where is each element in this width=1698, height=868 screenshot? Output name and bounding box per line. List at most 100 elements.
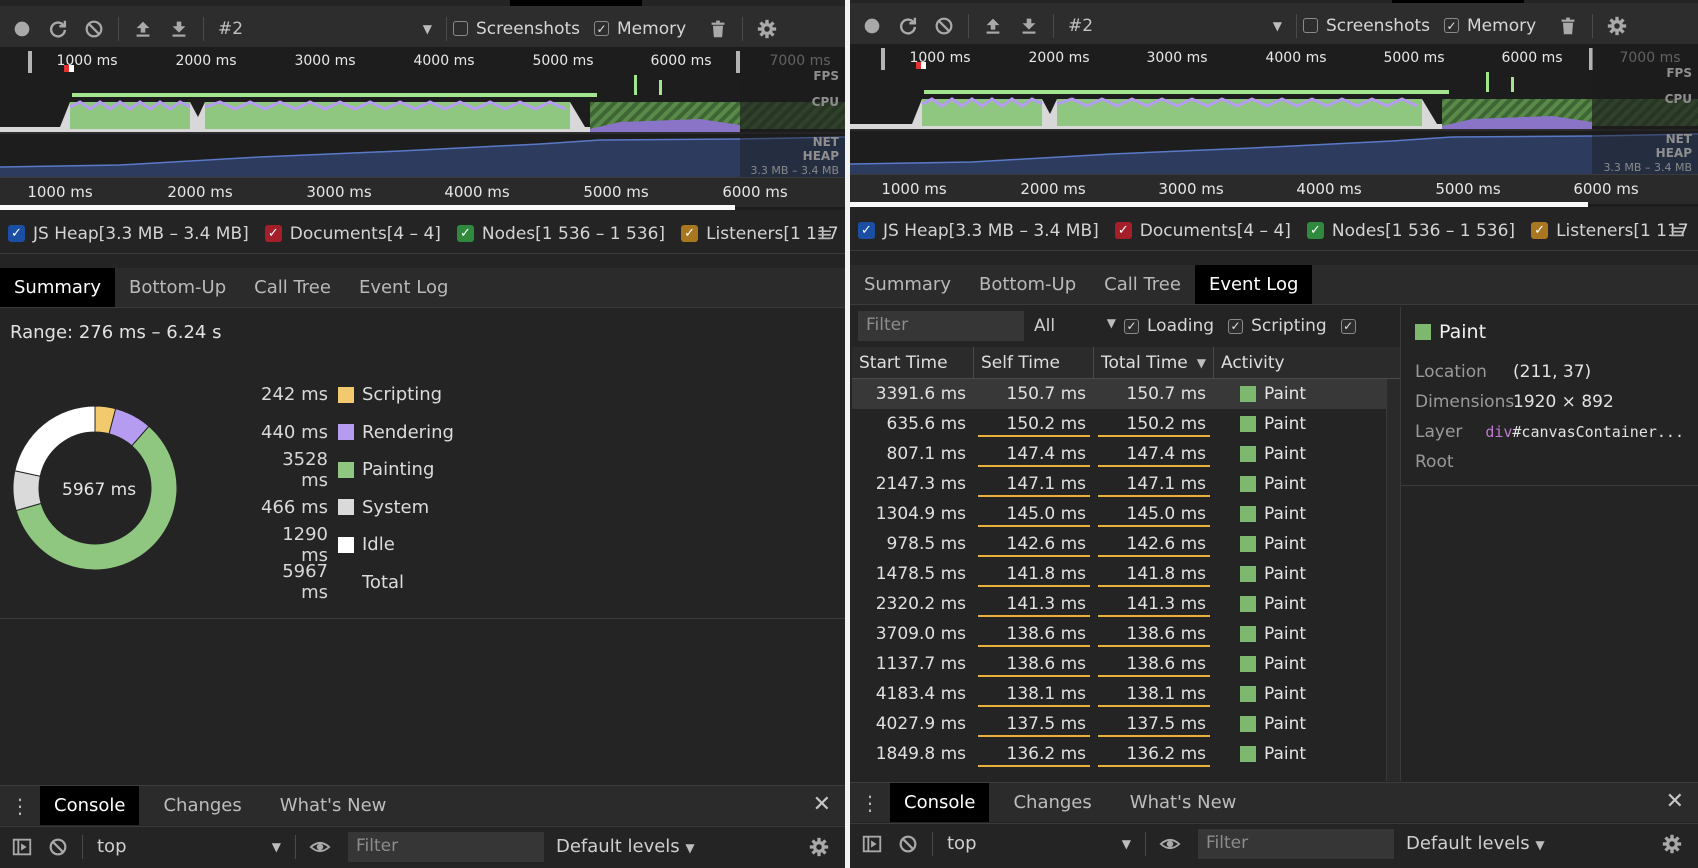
legend-swatch-empty: [338, 574, 354, 590]
recording-select[interactable]: #2 ▼: [210, 19, 440, 39]
menu-icon[interactable]: ≡: [1669, 219, 1686, 243]
table-row[interactable]: 807.1 ms 147.4 ms 147.4 ms Paint: [852, 439, 1400, 469]
download-profile-button[interactable]: [161, 11, 197, 47]
toggle-sidebar-button[interactable]: [4, 829, 40, 865]
table-row[interactable]: 1304.9 ms 145.0 ms 145.0 ms Paint: [852, 499, 1400, 529]
live-expression-button[interactable]: [1152, 826, 1188, 862]
console-settings-button[interactable]: [801, 829, 837, 865]
log-levels-select[interactable]: Default levels ▼: [1406, 833, 1545, 854]
table-row[interactable]: 978.5 ms 142.6 ms 142.6 ms Paint: [852, 529, 1400, 559]
total-time-cell: 147.4 ms: [1094, 439, 1214, 469]
tab-event-log[interactable]: Event Log: [1194, 265, 1313, 304]
console-settings-button[interactable]: [1654, 826, 1690, 862]
download-profile-button[interactable]: [1011, 8, 1047, 44]
collect-garbage-button[interactable]: [1550, 8, 1586, 44]
net-lane-label: NET: [812, 135, 839, 149]
js-heap-counter-checkbox[interactable]: ✓ JS Heap[3.3 MB – 3.4 MB]: [8, 224, 249, 244]
scripting-filter-checkbox[interactable]: ✓ Scripting: [1228, 316, 1327, 336]
record-button[interactable]: [854, 8, 890, 44]
tab-bottom-up[interactable]: Bottom-Up: [115, 268, 240, 307]
table-row[interactable]: 3391.6 ms 150.7 ms 150.7 ms Paint: [852, 379, 1400, 409]
table-row[interactable]: 2320.2 ms 141.3 ms 141.3 ms Paint: [852, 589, 1400, 619]
clear-console-button[interactable]: [40, 829, 76, 865]
upload-profile-button[interactable]: [125, 11, 161, 47]
tab-console[interactable]: Console: [890, 783, 990, 822]
menu-icon[interactable]: ≡: [816, 222, 833, 246]
table-row[interactable]: 2147.3 ms 147.1 ms 147.1 ms Paint: [852, 469, 1400, 499]
timeline-overview[interactable]: 1000 ms 2000 ms 3000 ms 4000 ms 5000 ms …: [850, 44, 1698, 207]
column-total-time[interactable]: Total Time ▼: [1094, 347, 1214, 378]
clear-button[interactable]: [76, 11, 112, 47]
nodes-counter-checkbox[interactable]: ✓ Nodes[1 536 – 1 536]: [456, 224, 665, 244]
tab-changes[interactable]: Changes: [999, 783, 1105, 822]
capture-settings-button[interactable]: [1599, 8, 1635, 44]
console-filter-input[interactable]: Filter: [348, 831, 544, 862]
capture-settings-button[interactable]: [749, 11, 785, 47]
event-type-select[interactable]: All ▼: [1024, 316, 1124, 336]
execution-context-select[interactable]: top ▼: [939, 833, 1139, 854]
tab-summary[interactable]: Summary: [0, 268, 115, 307]
close-drawer-icon[interactable]: ✕: [813, 792, 831, 817]
event-log-scrollbar[interactable]: [1386, 379, 1400, 781]
toggle-sidebar-button[interactable]: [854, 826, 890, 862]
live-expression-button[interactable]: [302, 829, 338, 865]
tab-console[interactable]: Console: [40, 786, 140, 825]
more-tools-icon[interactable]: ⋮: [0, 786, 40, 825]
column-start-time[interactable]: Start Time: [852, 347, 974, 378]
close-drawer-icon[interactable]: ✕: [1666, 789, 1684, 814]
layer-link[interactable]: div#canvasContainer...: [1485, 422, 1684, 442]
table-row[interactable]: 4027.9 ms 137.5 ms 137.5 ms Paint: [852, 709, 1400, 739]
table-row[interactable]: 4183.4 ms 138.1 ms 138.1 ms Paint: [852, 679, 1400, 709]
reload-record-button[interactable]: [890, 8, 926, 44]
documents-counter-checkbox[interactable]: ✓ Documents[4 – 4]: [264, 224, 441, 244]
memory-checkbox[interactable]: ✓ Memory: [594, 19, 686, 39]
tab-summary[interactable]: Summary: [850, 265, 965, 304]
overview-tick: 2000 ms: [1020, 180, 1086, 198]
log-levels-select[interactable]: Default levels ▼: [556, 836, 695, 857]
performance-toolbar: #2 ▼ Screenshots ✓ Memory: [0, 6, 845, 52]
column-self-time[interactable]: Self Time: [974, 347, 1094, 378]
documents-counter-checkbox[interactable]: ✓ Documents[4 – 4]: [1114, 221, 1291, 241]
tab-whats-new[interactable]: What's New: [1116, 783, 1251, 822]
tab-whats-new[interactable]: What's New: [266, 786, 401, 825]
reload-record-button[interactable]: [40, 11, 76, 47]
overview-selection-strip[interactable]: [0, 205, 735, 210]
overview-selection-strip[interactable]: [850, 202, 1588, 207]
execution-context-select[interactable]: top ▼: [89, 836, 289, 857]
listeners-counter-checkbox[interactable]: ✓ Listeners[1 117: [1531, 221, 1689, 241]
event-log-filter-input[interactable]: Filter: [858, 311, 1024, 341]
recording-select[interactable]: #2 ▼: [1060, 16, 1290, 36]
collect-garbage-button[interactable]: [700, 11, 736, 47]
table-row[interactable]: 1478.5 ms 141.8 ms 141.8 ms Paint: [852, 559, 1400, 589]
console-filter-input[interactable]: Filter: [1198, 828, 1394, 859]
overview-tick: 6000 ms: [722, 183, 788, 201]
upload-profile-button[interactable]: [975, 8, 1011, 44]
table-row[interactable]: 1849.8 ms 136.2 ms 136.2 ms Paint: [852, 739, 1400, 769]
record-button[interactable]: [4, 11, 40, 47]
nodes-counter-checkbox[interactable]: ✓ Nodes[1 536 – 1 536]: [1306, 221, 1515, 241]
column-activity[interactable]: Activity: [1214, 347, 1400, 378]
table-row[interactable]: 635.6 ms 150.2 ms 150.2 ms Paint: [852, 409, 1400, 439]
memory-checkbox[interactable]: ✓ Memory: [1444, 16, 1536, 36]
table-row[interactable]: 3709.0 ms 138.6 ms 138.6 ms Paint: [852, 619, 1400, 649]
tab-call-tree[interactable]: Call Tree: [1090, 265, 1195, 304]
paint-swatch: [1415, 324, 1431, 340]
screenshots-checkbox[interactable]: Screenshots: [1303, 16, 1430, 36]
tab-event-log[interactable]: Event Log: [345, 268, 462, 307]
toolbar-divider: [1053, 13, 1054, 38]
clear-button[interactable]: [926, 8, 962, 44]
js-heap-counter-checkbox[interactable]: ✓ JS Heap[3.3 MB – 3.4 MB]: [858, 221, 1099, 241]
listeners-counter-checkbox[interactable]: ✓ Listeners[1 117: [681, 224, 839, 244]
timeline-overview[interactable]: 1000 ms 2000 ms 3000 ms 4000 ms 5000 ms …: [0, 47, 845, 210]
start-time-cell: 3709.0 ms: [875, 624, 966, 644]
loading-filter-checkbox[interactable]: ✓ Loading: [1124, 316, 1214, 336]
tab-changes[interactable]: Changes: [149, 786, 255, 825]
toolbar-divider: [295, 834, 296, 859]
clear-console-button[interactable]: [890, 826, 926, 862]
more-filter-checkbox[interactable]: ✓: [1340, 318, 1356, 334]
tab-call-tree[interactable]: Call Tree: [240, 268, 345, 307]
screenshots-checkbox[interactable]: Screenshots: [453, 19, 580, 39]
table-row[interactable]: 1137.7 ms 138.6 ms 138.6 ms Paint: [852, 649, 1400, 679]
tab-bottom-up[interactable]: Bottom-Up: [965, 265, 1090, 304]
more-tools-icon[interactable]: ⋮: [850, 783, 890, 822]
